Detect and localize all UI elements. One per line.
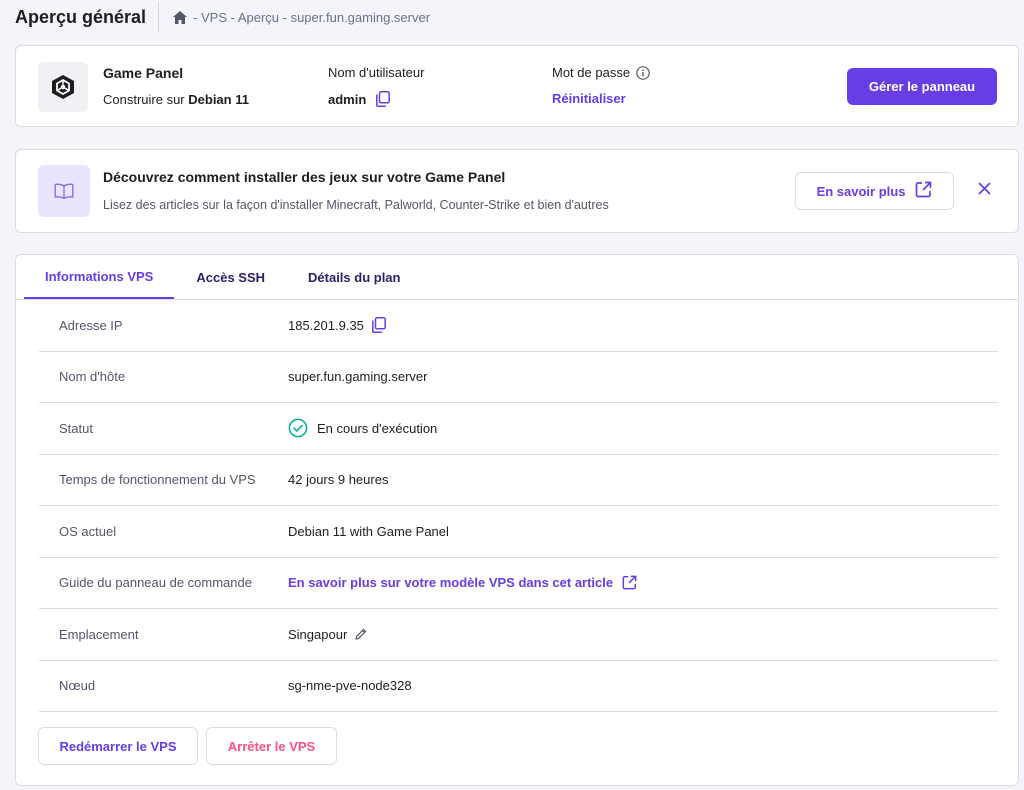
table-row: Temps de fonctionnement du VPS 42 jours … bbox=[39, 455, 998, 506]
tab-acces-ssh[interactable]: Accès SSH bbox=[174, 255, 287, 299]
external-link-icon bbox=[905, 181, 932, 201]
username-label: Nom d'utilisateur bbox=[328, 65, 425, 80]
external-link-icon[interactable] bbox=[622, 575, 637, 590]
home-icon[interactable] bbox=[173, 10, 188, 24]
promo-card: Découvrez comment installer des jeux sur… bbox=[15, 149, 1019, 233]
built-prefix: Construire sur bbox=[103, 92, 185, 107]
built-os: Debian 11 bbox=[188, 92, 249, 107]
app-name: Game Panel bbox=[103, 65, 184, 81]
copy-icon[interactable] bbox=[371, 317, 386, 334]
table-row: Adresse IP 185.201.9.35 bbox=[39, 300, 998, 352]
row-label: Adresse IP bbox=[59, 317, 123, 333]
info-icon[interactable] bbox=[636, 65, 650, 80]
uptime-value: 42 jours 9 heures bbox=[288, 472, 389, 488]
stop-vps-button[interactable]: Arrêter le VPS bbox=[206, 727, 337, 765]
copy-icon[interactable] bbox=[376, 91, 391, 107]
pencil-icon[interactable] bbox=[355, 628, 367, 640]
ip-address: 185.201.9.35 bbox=[288, 317, 364, 333]
learn-more-label: En savoir plus bbox=[816, 183, 906, 199]
node-value: sg-nme-pve-node328 bbox=[288, 678, 412, 694]
location-text: Singapour bbox=[288, 626, 348, 642]
status-text: En cours d'exécution bbox=[317, 420, 438, 436]
os-value: Debian 11 with Game Panel bbox=[288, 523, 449, 539]
page-title: Aperçu général bbox=[15, 6, 147, 27]
breadcrumb: - VPS - Aperçu - super.fun.gaming.server bbox=[173, 10, 430, 25]
table-row: Guide du panneau de commande En savoir p… bbox=[39, 558, 998, 609]
page-header: Aperçu général - VPS - Aperçu - super.fu… bbox=[15, 0, 1024, 34]
header-divider bbox=[158, 2, 160, 32]
close-icon[interactable] bbox=[978, 182, 991, 195]
password-label-group: Mot de passe bbox=[552, 65, 650, 80]
table-row: Statut En cours d'exécution bbox=[39, 403, 998, 455]
guide-link[interactable]: En savoir plus sur votre modèle VPS dans… bbox=[288, 575, 637, 590]
tab-details-plan[interactable]: Détails du plan bbox=[287, 255, 421, 299]
reset-password-link[interactable]: Réinitialiser bbox=[552, 91, 626, 106]
hostname-value: super.fun.gaming.server bbox=[288, 369, 428, 385]
row-label: Temps de fonctionnement du VPS bbox=[59, 472, 256, 488]
row-label: OS actuel bbox=[59, 523, 117, 539]
game-panel-logo bbox=[38, 62, 88, 112]
check-circle-icon bbox=[288, 418, 308, 438]
row-label: Statut bbox=[59, 420, 93, 436]
username-text: admin bbox=[328, 91, 367, 107]
book-icon bbox=[38, 165, 90, 217]
details-table: Adresse IP 185.201.9.35 Nom d'hôte super… bbox=[39, 300, 998, 712]
row-label: Guide du panneau de commande bbox=[59, 575, 252, 591]
table-row: Nœud sg-nme-pve-node328 bbox=[39, 661, 998, 712]
row-label: Nœud bbox=[59, 678, 96, 694]
tab-bar: Informations VPS Accès SSH Détails du pl… bbox=[24, 255, 421, 299]
location-value: Singapour bbox=[288, 627, 367, 642]
restart-vps-button[interactable]: Redémarrer le VPS bbox=[38, 727, 198, 765]
action-buttons: Redémarrer le VPS Arrêter le VPS bbox=[38, 727, 337, 765]
row-label: Nom d'hôte bbox=[59, 369, 126, 385]
status-value: En cours d'exécution bbox=[288, 418, 437, 438]
guide-link-text[interactable]: En savoir plus sur votre modèle VPS dans… bbox=[288, 575, 613, 590]
row-label: Emplacement bbox=[59, 626, 139, 642]
tab-informations-vps[interactable]: Informations VPS bbox=[24, 255, 175, 299]
table-row: Emplacement Singapour bbox=[39, 609, 998, 661]
promo-title: Découvrez comment installer des jeux sur… bbox=[103, 169, 506, 185]
row-value: 185.201.9.35 bbox=[288, 317, 386, 334]
password-label: Mot de passe bbox=[552, 65, 631, 80]
promo-subtitle: Lisez des articles sur la façon d'instal… bbox=[103, 198, 609, 212]
table-row: Nom d'hôte super.fun.gaming.server bbox=[39, 352, 998, 403]
learn-more-button[interactable]: En savoir plus bbox=[795, 172, 954, 210]
vps-info-card: Informations VPS Accès SSH Détails du pl… bbox=[15, 254, 1019, 786]
app-built-on: Construire sur Debian 11 bbox=[103, 92, 249, 107]
username-value: admin bbox=[328, 91, 391, 107]
manage-panel-button[interactable]: Gérer le panneau bbox=[847, 68, 997, 105]
breadcrumb-path[interactable]: - VPS - Aperçu - super.fun.gaming.server bbox=[193, 10, 430, 25]
table-row: OS actuel Debian 11 with Game Panel bbox=[39, 506, 998, 558]
app-card: Game Panel Construire sur Debian 11 Nom … bbox=[15, 45, 1019, 127]
